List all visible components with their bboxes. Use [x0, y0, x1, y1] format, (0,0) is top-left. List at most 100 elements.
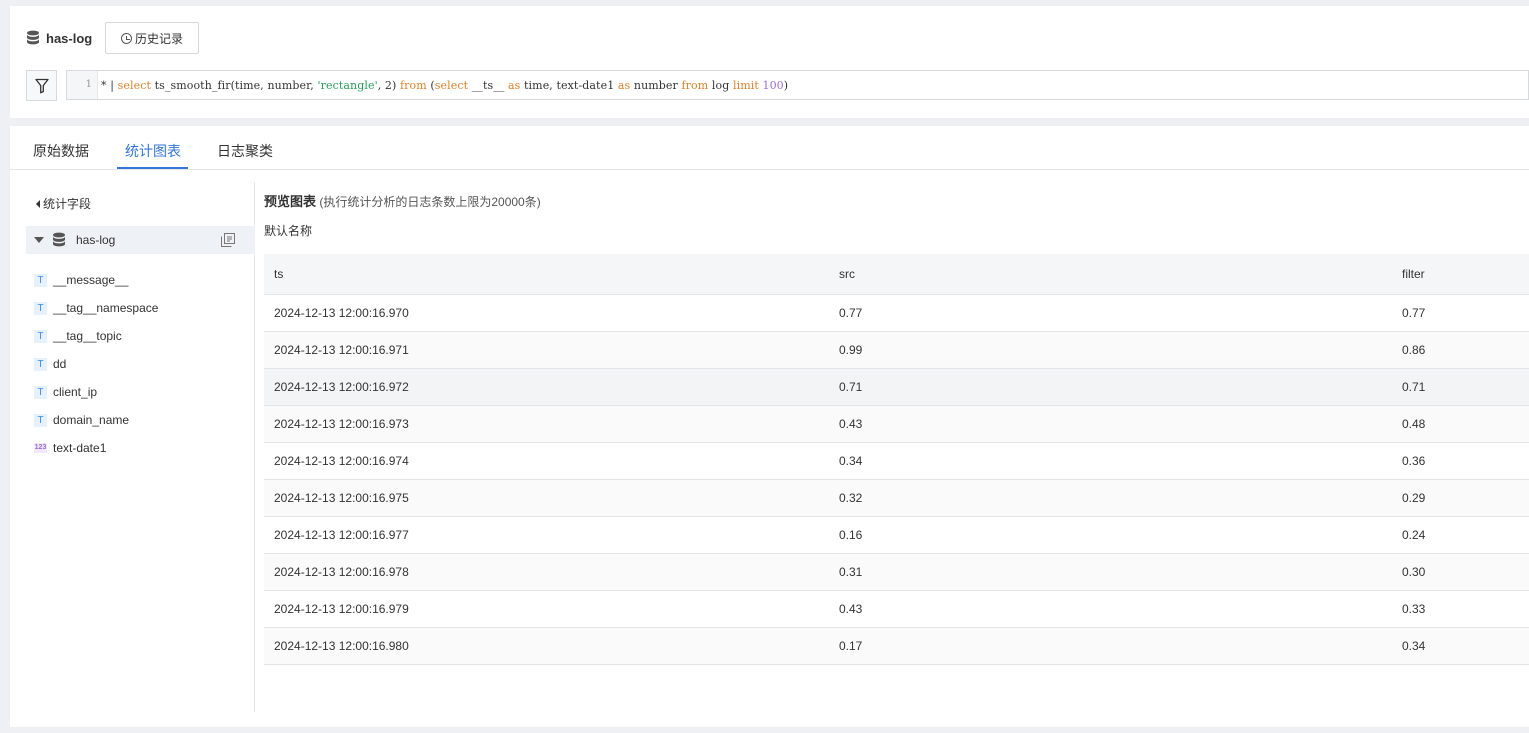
- table-row: 2024-12-13 12:00:16.977 0.16 0.24: [264, 516, 1529, 554]
- tab-statistics-chart[interactable]: 统计图表: [125, 141, 181, 161]
- table-cell-filter: 0.36: [1392, 442, 1529, 480]
- table-cell-ts: 2024-12-13 12:00:16.973: [264, 405, 829, 443]
- query-token: log: [708, 78, 733, 92]
- table-cell-src: 0.16: [829, 516, 1392, 554]
- filter-icon: [34, 78, 49, 93]
- field-item[interactable]: T __tag__namespace: [34, 294, 158, 322]
- column-header-ts[interactable]: ts: [264, 254, 829, 295]
- field-name: __tag__namespace: [53, 301, 159, 315]
- result-table: ts src filter 2024-12-13 12:00:16.970 0.7…: [264, 254, 1529, 665]
- query-token: from: [681, 78, 709, 92]
- tab-log-cluster[interactable]: 日志聚类: [217, 141, 273, 161]
- tab-bar: 原始数据 统计图表 日志聚类: [10, 126, 1529, 170]
- table-cell-src: 0.31: [829, 553, 1392, 591]
- field-sidebar: 统计字段 has-log T __message__ T __tag__namespa…: [26, 182, 255, 712]
- query-panel: has-log 历史记录 1 * | select ts_smooth_fir(…: [10, 6, 1529, 118]
- table-cell-filter: 0.77: [1392, 294, 1529, 332]
- column-header-src[interactable]: src: [829, 254, 1392, 295]
- table-cell-filter: 0.71: [1392, 368, 1529, 406]
- caret-down-icon[interactable]: [34, 237, 44, 243]
- query-token: as: [508, 78, 521, 92]
- copy-icon[interactable]: [221, 233, 235, 247]
- table-cell-filter: 0.29: [1392, 479, 1529, 517]
- table-cell-src: 0.99: [829, 331, 1392, 369]
- table-cell-ts: 2024-12-13 12:00:16.970: [264, 294, 829, 332]
- table-row: 2024-12-13 12:00:16.970 0.77 0.77: [264, 294, 1529, 332]
- field-item[interactable]: T __message__: [34, 266, 158, 294]
- caret-left-icon: [36, 199, 40, 208]
- query-token: select: [117, 78, 151, 92]
- query-token: __ts__: [468, 78, 509, 92]
- table-row: 2024-12-13 12:00:16.980 0.17 0.34: [264, 627, 1529, 665]
- text-type-icon: T: [34, 329, 47, 343]
- table-cell-filter: 0.86: [1392, 331, 1529, 369]
- query-token: from: [399, 78, 427, 92]
- query-editor[interactable]: 1 * | select ts_smooth_fir(time, number,…: [66, 70, 1529, 100]
- table-row: 2024-12-13 12:00:16.972 0.71 0.71: [264, 368, 1529, 406]
- query-token: select: [434, 78, 469, 92]
- table-cell-filter: 0.30: [1392, 553, 1529, 591]
- query-token: (: [426, 78, 435, 92]
- table-cell-src: 0.34: [829, 442, 1392, 480]
- table-cell-ts: 2024-12-13 12:00:16.978: [264, 553, 829, 591]
- field-name: domain_name: [53, 413, 130, 427]
- column-header-filter[interactable]: filter: [1392, 254, 1529, 295]
- query-token: 'rectangle': [317, 78, 378, 92]
- table-cell-ts: 2024-12-13 12:00:16.977: [264, 516, 829, 554]
- query-token: * |: [101, 78, 118, 92]
- field-name: dd: [53, 357, 67, 371]
- text-type-icon: T: [34, 413, 47, 427]
- query-token: 100: [758, 78, 784, 92]
- text-type-icon: T: [34, 385, 47, 399]
- chart-name: 默认名称: [264, 224, 313, 238]
- field-item[interactable]: Tdd: [34, 350, 158, 378]
- table-cell-src: 0.43: [829, 590, 1392, 628]
- logstore-tree-item[interactable]: has-log: [26, 226, 255, 254]
- table-cell-src: 0.71: [829, 368, 1392, 406]
- table-row: 2024-12-13 12:00:16.974 0.34 0.36: [264, 442, 1529, 480]
- query-token: limit: [732, 78, 759, 92]
- stat-fields-label: 统计字段: [43, 197, 92, 211]
- table-cell-src: 0.77: [829, 294, 1392, 332]
- query-token: , 2): [377, 78, 400, 92]
- preview-note: (执行统计分析的日志条数上限为20000条): [319, 195, 541, 209]
- table-row: 2024-12-13 12:00:16.973 0.43 0.48: [264, 405, 1529, 443]
- field-name: text-date1: [53, 441, 107, 455]
- number-type-icon: 123: [34, 443, 47, 453]
- tab-raw-data[interactable]: 原始数据: [33, 141, 89, 161]
- text-type-icon: T: [34, 273, 47, 287]
- table-cell-ts: 2024-12-13 12:00:16.979: [264, 590, 829, 628]
- preview-title: 预览图表: [264, 194, 317, 209]
- logstore-name: has-log: [46, 30, 93, 46]
- field-item[interactable]: 123 text-date1: [34, 434, 158, 462]
- query-token: ): [783, 78, 789, 92]
- table-body: 2024-12-13 12:00:16.970 0.77 0.77 2024-12-1…: [264, 294, 1529, 665]
- table-cell-filter: 0.24: [1392, 516, 1529, 554]
- text-type-icon: T: [34, 301, 47, 315]
- stat-fields-toggle[interactable]: 统计字段: [36, 195, 91, 212]
- table-row: 2024-12-13 12:00:16.979 0.43 0.33: [264, 590, 1529, 628]
- query-code[interactable]: * | select ts_smooth_fir(time, number, '…: [98, 79, 788, 92]
- field-item[interactable]: Tdomain_name: [34, 406, 158, 434]
- table-cell-ts: 2024-12-13 12:00:16.980: [264, 627, 829, 665]
- table-cell-src: 0.43: [829, 405, 1392, 443]
- history-label: 历史记录: [134, 31, 183, 46]
- results-panel: 原始数据 统计图表 日志聚类 统计字段 has-log T __message__…: [10, 126, 1529, 727]
- table-row: 2024-12-13 12:00:16.971 0.99 0.86: [264, 331, 1529, 369]
- table-row: 2024-12-13 12:00:16.978 0.31 0.30: [264, 553, 1529, 591]
- query-token: time, text-date1: [520, 78, 618, 92]
- field-item[interactable]: T __tag__topic: [34, 322, 158, 350]
- line-number: 1: [67, 71, 98, 99]
- text-type-icon: T: [34, 357, 47, 371]
- table-cell-src: 0.17: [829, 627, 1392, 665]
- history-button[interactable]: 历史记录: [105, 22, 199, 54]
- field-item[interactable]: Tclient_ip: [34, 378, 158, 406]
- query-token: number: [630, 78, 682, 92]
- filter-button[interactable]: [26, 70, 57, 101]
- field-name: __message__: [53, 273, 129, 287]
- table-cell-ts: 2024-12-13 12:00:16.975: [264, 479, 829, 517]
- table-row: 2024-12-13 12:00:16.975 0.32 0.29: [264, 479, 1529, 517]
- table-cell-ts: 2024-12-13 12:00:16.972: [264, 368, 829, 406]
- preview-heading: 预览图表 (执行统计分析的日志条数上限为20000条): [264, 191, 541, 210]
- clock-icon: [120, 32, 132, 44]
